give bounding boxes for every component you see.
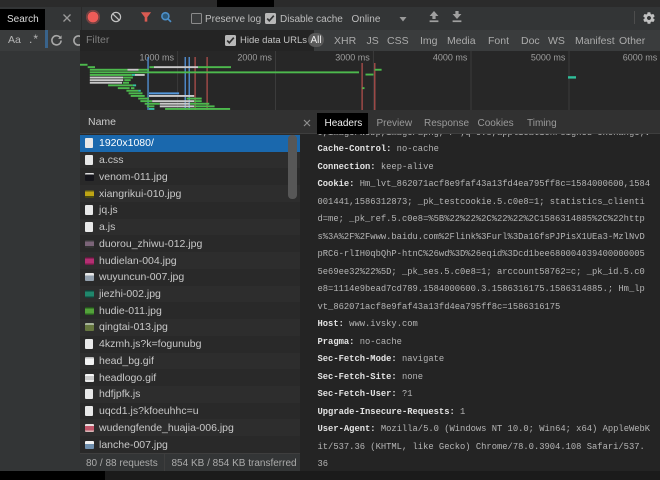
svg-text:6000 ms: 6000 ms — [623, 53, 658, 63]
svg-text:4000 ms: 4000 ms — [433, 53, 468, 63]
svg-text:3000 ms: 3000 ms — [335, 53, 370, 63]
svg-text:5000 ms: 5000 ms — [531, 53, 566, 63]
svg-text:2000 ms: 2000 ms — [237, 53, 272, 63]
svg-text:1000 ms: 1000 ms — [139, 53, 174, 63]
